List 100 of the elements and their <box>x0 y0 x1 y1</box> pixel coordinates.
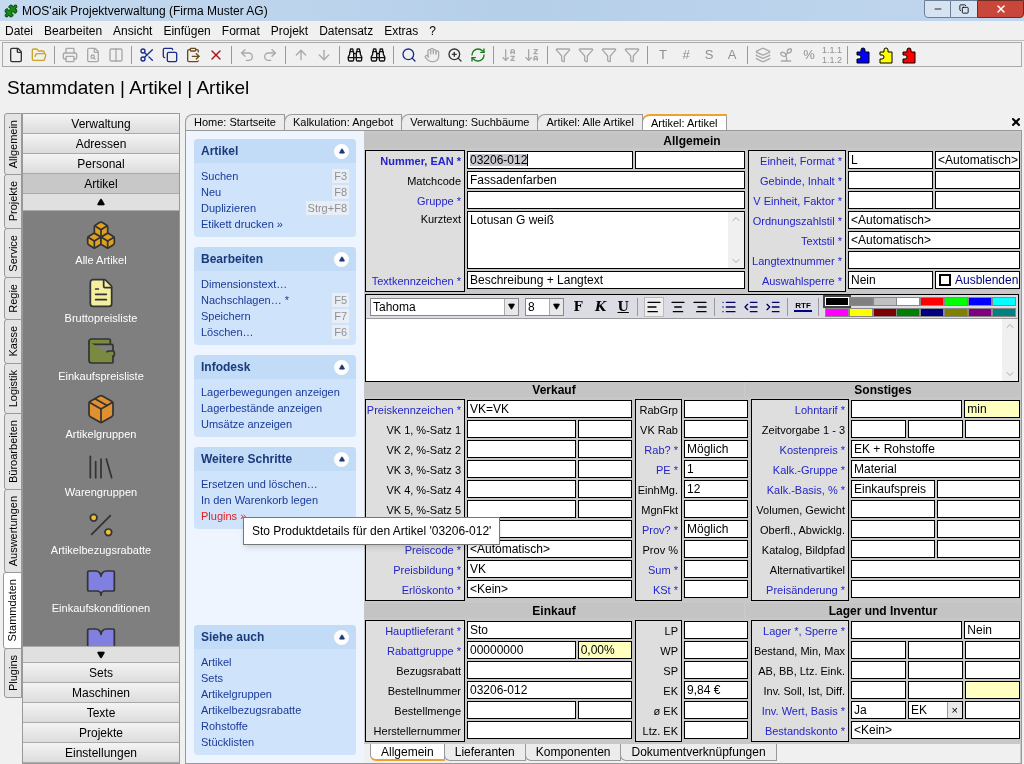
input-field[interactable] <box>851 661 906 679</box>
menu-item[interactable]: ? <box>426 24 439 37</box>
input-field[interactable] <box>965 661 1020 679</box>
nav-item-label[interactable]: Alle Artikel <box>75 255 127 266</box>
menu-item[interactable]: Ansicht <box>110 24 156 37</box>
vertical-tab[interactable]: Büroarbeiten <box>4 413 22 490</box>
vertical-tab[interactable]: Service <box>4 227 22 279</box>
nav-button[interactable]: Einstellungen <box>23 743 179 763</box>
input-field[interactable] <box>851 560 1020 578</box>
task-link[interactable]: Dimensionstext… <box>201 278 288 290</box>
input-field[interactable] <box>684 580 748 598</box>
input-field[interactable] <box>467 480 576 498</box>
vertical-tab[interactable]: Plugins <box>4 647 22 698</box>
nav-item-label[interactable]: Artikelgruppen <box>65 429 137 440</box>
input-field[interactable]: Einkaufspreis <box>851 480 935 498</box>
input-field[interactable]: 12 <box>684 480 748 498</box>
book-icon[interactable] <box>85 567 117 599</box>
vertical-tab[interactable]: Allgemein <box>4 113 22 176</box>
input-field[interactable]: 1 <box>684 460 748 478</box>
task-link[interactable]: Rohstoffe <box>201 720 248 732</box>
input-field[interactable]: 9,84 € <box>684 681 748 699</box>
input-field[interactable] <box>965 420 1020 438</box>
task-link[interactable]: Ersetzen und löschen… <box>201 478 318 490</box>
input-field[interactable] <box>851 400 963 418</box>
input-field[interactable] <box>467 500 576 518</box>
task-link[interactable]: Stücklisten <box>201 736 255 748</box>
vertical-tab[interactable]: Regie <box>4 277 22 321</box>
input-field[interactable] <box>848 171 933 189</box>
input-field[interactable]: Möglich <box>684 520 748 538</box>
input-field[interactable] <box>936 480 1020 498</box>
nav-button[interactable]: Verwaltung <box>23 114 179 134</box>
document-tab[interactable]: Verwaltung: Suchbäume <box>401 114 539 130</box>
font-dropdown[interactable]: Tahoma <box>370 297 520 316</box>
bottom-tab[interactable]: Dokumentverknüpfungen <box>620 744 777 761</box>
minimize-button[interactable] <box>924 0 951 18</box>
input-field[interactable] <box>851 540 935 558</box>
input-field[interactable]: VK=VK <box>467 400 632 418</box>
align-left-button[interactable] <box>644 296 665 317</box>
close-button[interactable] <box>977 0 1024 18</box>
input-field[interactable] <box>908 641 963 659</box>
close-icon[interactable] <box>1010 116 1022 128</box>
document-tab[interactable]: Artikel: Alle Artikel <box>537 114 643 130</box>
input-field[interactable] <box>848 191 933 209</box>
input-field[interactable] <box>936 520 1020 538</box>
task-link[interactable]: In den Warenkorb legen <box>201 494 318 506</box>
color-swatch[interactable] <box>944 307 969 317</box>
task-link[interactable]: Artikelbezugsrabatte <box>201 704 302 716</box>
color-swatch[interactable] <box>992 307 1017 317</box>
color-swatch[interactable] <box>896 307 921 317</box>
input-field[interactable] <box>684 400 748 418</box>
clear-button[interactable]: × <box>946 702 962 718</box>
input-field[interactable] <box>467 460 576 478</box>
color-swatch[interactable] <box>992 296 1017 306</box>
input-field[interactable]: 03206-012 <box>467 681 632 699</box>
input-field[interactable]: VK <box>467 560 632 578</box>
color-swatch[interactable] <box>968 296 993 306</box>
nav-item-label[interactable]: Einkaufspreisliste <box>58 371 144 382</box>
document-tab[interactable]: Artikel: Artikel <box>641 114 727 130</box>
collapse-button[interactable] <box>334 629 349 645</box>
input-field[interactable]: <Kein> <box>467 580 632 598</box>
input-field[interactable]: 03206-012 <box>467 151 633 169</box>
input-field[interactable] <box>684 560 748 578</box>
input-field[interactable] <box>577 500 632 518</box>
input-field[interactable] <box>851 520 935 538</box>
bottom-tab[interactable]: Lieferanten <box>443 744 526 761</box>
input-field[interactable]: Nein <box>848 271 933 289</box>
size-dropdown[interactable]: 8 <box>525 297 564 316</box>
format-button[interactable]: K <box>592 300 609 313</box>
collapse-button[interactable] <box>334 251 349 267</box>
menu-item[interactable]: Format <box>218 24 263 37</box>
input-field[interactable] <box>634 151 745 169</box>
color-swatch[interactable] <box>872 296 897 306</box>
input-field[interactable] <box>965 641 1020 659</box>
input-field[interactable] <box>684 661 748 679</box>
menu-item[interactable]: Bearbeiten <box>41 24 106 37</box>
collapse-button[interactable] <box>334 451 349 467</box>
input-field[interactable]: <Automatisch> <box>848 231 1020 249</box>
input-field[interactable]: <Automatisch> <box>848 211 1020 229</box>
menu-item[interactable]: Extras <box>381 24 422 37</box>
input-field[interactable]: Fassadenfarben <box>467 171 745 189</box>
input-field[interactable] <box>684 621 748 639</box>
input-field[interactable]: EK × <box>908 701 963 719</box>
cubes-icon[interactable] <box>85 219 117 251</box>
nav-button[interactable]: Texte <box>23 703 179 723</box>
puzzle-piece-icon[interactable] <box>900 45 919 64</box>
input-field[interactable] <box>684 420 748 438</box>
nav-item-label[interactable]: Artikelbezugsrabatte <box>50 545 152 556</box>
task-link[interactable]: Etikett drucken » <box>201 218 283 230</box>
color-swatch[interactable] <box>968 307 993 317</box>
input-field[interactable] <box>684 500 748 518</box>
input-field[interactable]: <Kein> <box>851 721 1020 739</box>
input-field[interactable] <box>935 171 1020 189</box>
nav-button[interactable]: Projekte <box>23 723 179 743</box>
vertical-tab[interactable]: Projekte <box>4 174 22 229</box>
input-field[interactable]: <Automatisch> <box>467 540 632 558</box>
menu-item[interactable]: Datei <box>2 24 36 37</box>
input-field[interactable] <box>577 440 632 458</box>
input-field[interactable] <box>577 420 632 438</box>
task-link[interactable]: Artikelgruppen <box>201 688 272 700</box>
color-swatch[interactable] <box>824 307 849 317</box>
